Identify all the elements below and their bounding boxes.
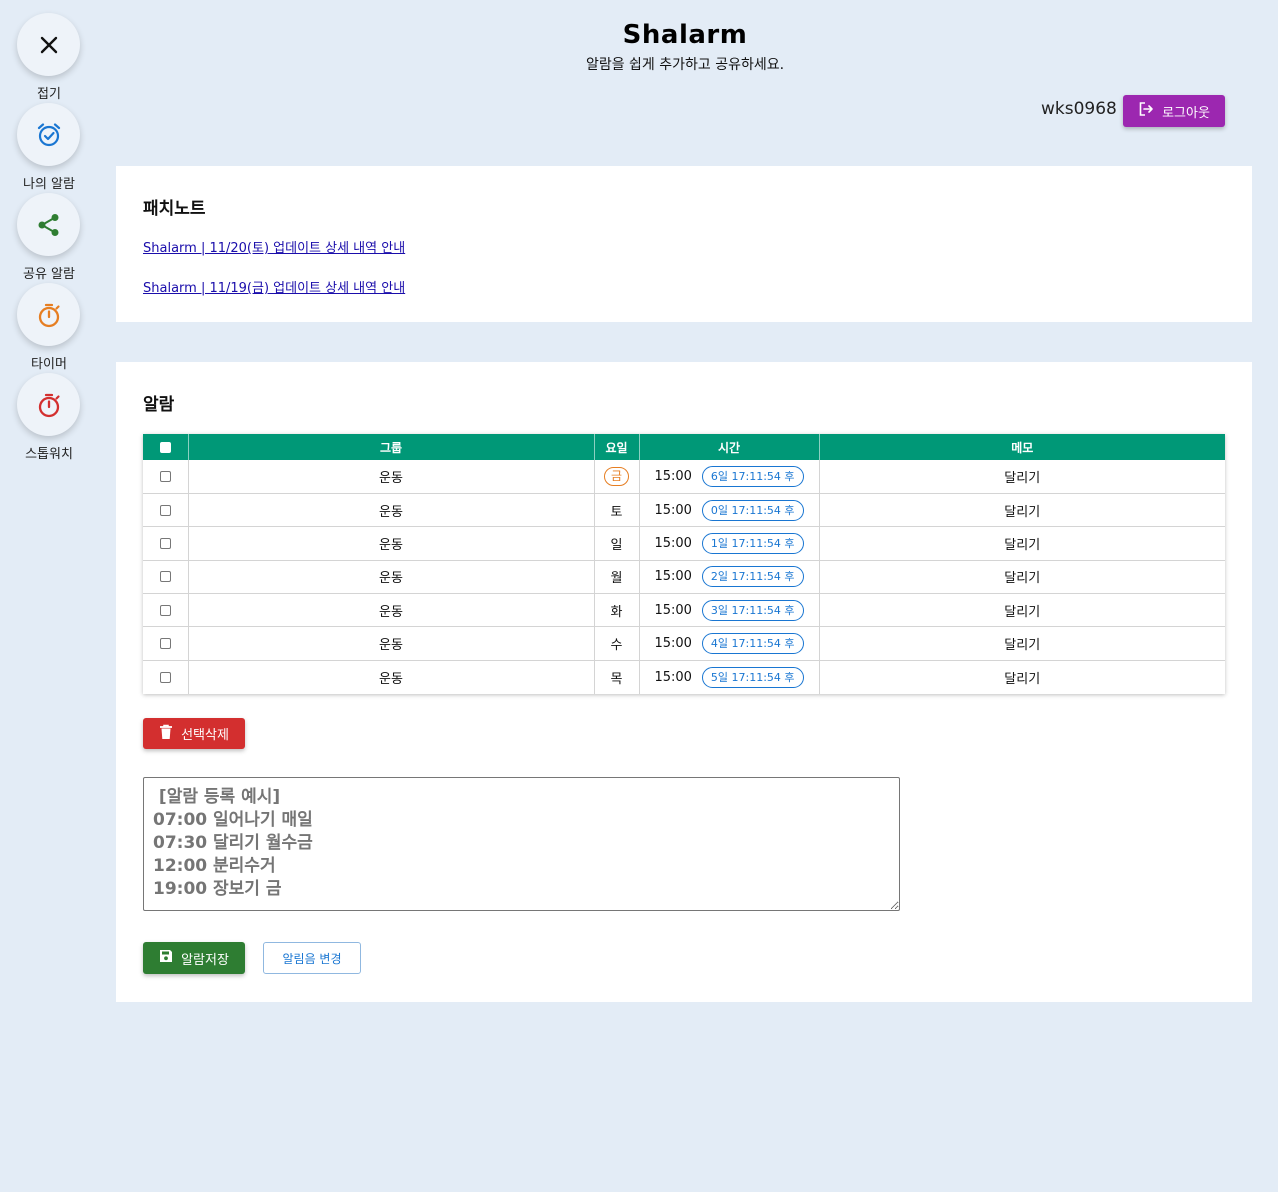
memo-cell: 달리기: [819, 460, 1225, 494]
patch-notes-card: 패치노트 Shalarm | 11/20(토) 업데이트 상세 내역 안내 Sh…: [116, 166, 1252, 322]
logout-icon: [1138, 101, 1154, 121]
alarm-table: 그룹 요일 시간 메모 운동 금 15:00 6일 17:11:54 후 달리기 …: [143, 434, 1225, 694]
row-checkbox[interactable]: [159, 504, 171, 516]
time-value: 15:00: [654, 569, 692, 585]
trash-icon: [159, 724, 173, 744]
delete-selected-button[interactable]: 선택삭제: [143, 718, 245, 749]
memo-cell: 달리기: [819, 526, 1225, 561]
row-checkbox[interactable]: [159, 537, 171, 549]
timer-icon: [36, 302, 62, 328]
delete-label: 선택삭제: [181, 728, 229, 743]
patch-note-link[interactable]: Shalarm | 11/20(토) 업데이트 상세 내역 안내: [143, 237, 405, 256]
app-title: Shalarm: [622, 20, 748, 50]
alarm-check-icon: [35, 121, 63, 149]
save-icon: [159, 949, 173, 967]
group-cell: 운동: [188, 493, 595, 528]
row-checkbox[interactable]: [159, 470, 171, 482]
shared-alarm-button[interactable]: [17, 193, 80, 256]
row-checkbox[interactable]: [159, 638, 171, 650]
row-checkbox[interactable]: [159, 671, 171, 683]
table-header-row: 그룹 요일 시간 메모: [143, 434, 1225, 460]
day-cell: 월: [594, 560, 640, 595]
table-row[interactable]: 운동 토 15:00 0일 17:11:54 후 달리기: [143, 493, 1225, 528]
column-header-time[interactable]: 시간: [639, 434, 820, 460]
save-alarm-button[interactable]: 알람저장: [143, 942, 245, 974]
sidebar-item-label: 나의 알람: [23, 177, 75, 192]
day-cell: 화: [594, 593, 640, 628]
memo-cell: 달리기: [819, 626, 1225, 661]
stopwatch-icon: [36, 392, 62, 418]
remaining-time-badge: 3일 17:11:54 후: [701, 599, 804, 621]
group-cell: 운동: [188, 526, 595, 561]
table-row[interactable]: 운동 수 15:00 4일 17:11:54 후 달리기: [143, 626, 1225, 661]
remaining-time-badge: 0일 17:11:54 후: [701, 499, 804, 521]
patch-notes-title: 패치노트: [143, 199, 206, 219]
group-cell: 운동: [188, 560, 595, 595]
logout-button[interactable]: 로그아웃: [1123, 95, 1225, 127]
memo-cell: 달리기: [819, 593, 1225, 628]
memo-cell: 달리기: [1004, 671, 1041, 687]
time-value: 15:00: [654, 468, 692, 484]
time-value: 15:00: [654, 602, 692, 618]
table-row[interactable]: 운동 금 15:00 6일 17:11:54 후 달리기: [143, 460, 1225, 494]
table-row[interactable]: 운동 화 15:00 3일 17:11:54 후 달리기: [143, 593, 1225, 628]
select-all-cell: [143, 434, 189, 460]
patch-note-link[interactable]: Shalarm | 11/19(금) 업데이트 상세 내역 안내: [143, 277, 405, 296]
sidebar-item-label: 스톱워치: [25, 447, 73, 462]
group-cell: 운동: [188, 593, 595, 628]
column-header-memo[interactable]: 메모: [819, 434, 1225, 460]
row-checkbox[interactable]: [159, 571, 171, 583]
remaining-time-badge: 4일 17:11:54 후: [701, 633, 804, 655]
day-cell: 토: [594, 493, 640, 528]
sidebar-item-label: 타이머: [31, 357, 67, 372]
app-header: Shalarm 알람을 쉽게 추가하고 공유하세요.: [0, 20, 1278, 74]
group-cell: 운동: [188, 460, 595, 494]
stopwatch-button[interactable]: [17, 373, 80, 436]
time-value: 15:00: [654, 502, 692, 518]
share-icon: [36, 212, 62, 238]
alarm-input-textarea[interactable]: [143, 777, 900, 911]
group-cell: 운동: [188, 626, 595, 661]
alarm-card: 알람 그룹 요일 시간 메모 운동 금 15:00 6일 17:11:54 후 …: [116, 362, 1252, 1002]
my-alarm-button[interactable]: [17, 103, 80, 166]
save-label: 알람저장: [181, 952, 229, 968]
group-cell: 운동: [188, 660, 595, 694]
change-sound-button[interactable]: 알림음 변경: [263, 942, 361, 974]
logout-label: 로그아웃: [1162, 105, 1210, 121]
alarm-title: 알람: [143, 395, 175, 415]
table-row[interactable]: 운동 일 15:00 1일 17:11:54 후 달리기: [143, 526, 1225, 561]
timer-button[interactable]: [17, 283, 80, 346]
day-badge: 금: [603, 466, 630, 486]
select-all-checkbox[interactable]: [159, 442, 171, 453]
time-value: 15:00: [654, 535, 692, 551]
day-cell: 일: [594, 526, 640, 561]
remaining-time-badge: 6일 17:11:54 후: [701, 465, 804, 487]
remaining-time-badge: 5일 17:11:54 후: [701, 666, 804, 688]
time-value: 15:00: [654, 669, 692, 685]
memo-cell: 달리기: [819, 560, 1225, 595]
time-value: 15:00: [654, 636, 692, 652]
table-row[interactable]: 운동 목 15:00 5일 17:11:54 후 달리기: [143, 660, 1225, 694]
memo-cell: 달리기: [819, 493, 1225, 528]
column-header-group[interactable]: 그룹: [188, 434, 595, 460]
sidebar-item-label: 접기: [37, 87, 61, 102]
row-checkbox[interactable]: [159, 604, 171, 616]
day-cell: 수: [594, 626, 640, 661]
remaining-time-badge: 1일 17:11:54 후: [701, 532, 804, 554]
username: wks0968: [1041, 99, 1117, 119]
table-row[interactable]: 운동 월 15:00 2일 17:11:54 후 달리기: [143, 560, 1225, 595]
day-cell: 목: [594, 660, 640, 694]
remaining-time-badge: 2일 17:11:54 후: [701, 566, 804, 588]
app-subtitle: 알람을 쉽게 추가하고 공유하세요.: [585, 57, 785, 73]
sidebar-item-label: 공유 알람: [23, 267, 75, 282]
column-header-day[interactable]: 요일: [594, 434, 640, 460]
